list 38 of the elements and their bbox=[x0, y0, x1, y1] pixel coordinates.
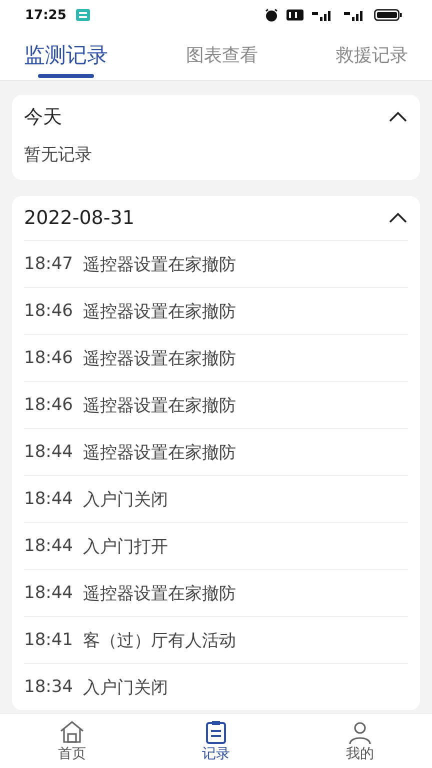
status-time: 17:25 bbox=[25, 8, 66, 22]
record-time: 18:34 bbox=[24, 677, 73, 697]
tab[interactable]: 救援记录 bbox=[336, 30, 408, 80]
battery-icon bbox=[374, 9, 402, 21]
nav-tab[interactable]: 首页 bbox=[32, 714, 112, 768]
record-event: 客（过）厅有人活动 bbox=[83, 630, 236, 652]
nav-tab[interactable]: 我的 bbox=[320, 714, 400, 768]
record-time: 18:41 bbox=[24, 630, 73, 650]
record-event: 遥控器设置在家撤防 bbox=[83, 442, 236, 464]
record-time: 18:46 bbox=[24, 301, 73, 321]
record-time: 18:44 bbox=[24, 442, 73, 462]
record-event: 遥控器设置在家撤防 bbox=[83, 394, 236, 416]
alarm-icon bbox=[265, 8, 278, 22]
record-event: 遥控器设置在家撤防 bbox=[83, 582, 236, 604]
section-title: 2022-08-31 bbox=[24, 207, 134, 229]
tab[interactable]: 监测记录 bbox=[24, 30, 108, 80]
record-time: 18:44 bbox=[24, 583, 73, 603]
section-title: 今天 bbox=[24, 105, 62, 130]
profile-icon bbox=[346, 719, 374, 745]
record-event: 入户门关闭 bbox=[83, 488, 168, 510]
record-time: 18:46 bbox=[24, 395, 73, 415]
home-icon bbox=[58, 719, 86, 745]
record-time: 18:44 bbox=[24, 489, 73, 509]
nav-tab[interactable]: 记录 bbox=[176, 714, 256, 768]
record-time: 18:46 bbox=[24, 348, 73, 368]
hd-icon bbox=[286, 9, 304, 21]
record-event: 遥控器设置在家撤防 bbox=[83, 254, 236, 276]
record-time: 18:47 bbox=[24, 254, 73, 274]
app-notification-icon bbox=[76, 9, 90, 21]
empty-text: 暂无记录 bbox=[24, 144, 93, 167]
record-time: 18:44 bbox=[24, 536, 73, 556]
chevron-up-icon[interactable] bbox=[388, 212, 408, 224]
record-event: 遥控器设置在家撤防 bbox=[83, 348, 236, 370]
record-event: 入户门打开 bbox=[83, 536, 168, 558]
record-event: 遥控器设置在家撤防 bbox=[83, 300, 236, 322]
tab[interactable]: 图表查看 bbox=[186, 30, 258, 80]
record-event: 入户门关闭 bbox=[83, 676, 168, 698]
chevron-up-icon[interactable] bbox=[388, 111, 408, 123]
